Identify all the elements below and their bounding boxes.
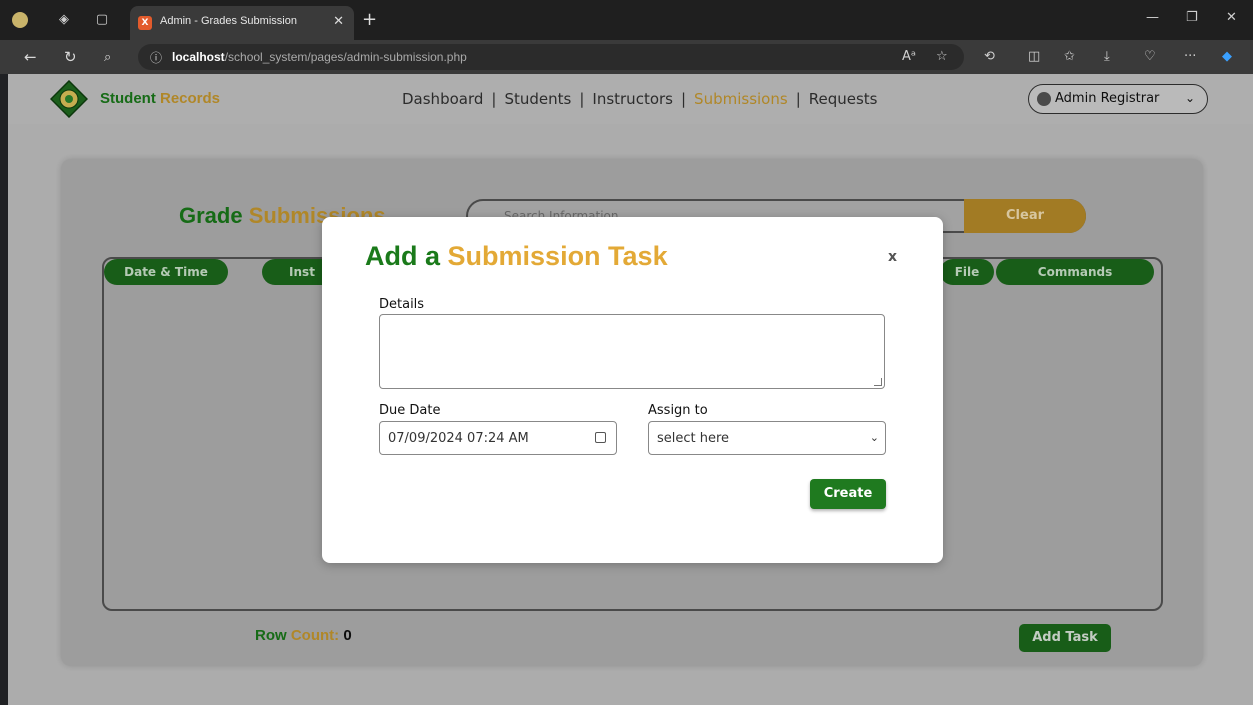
back-icon[interactable]: ← [24,48,37,66]
chevron-down-icon: ⌄ [869,431,879,444]
minimize-icon[interactable]: — [1146,10,1159,25]
due-date-input[interactable]: 07/09/2024 07:24 AM [379,421,617,455]
due-date-label: Due Date [379,403,441,418]
extensions-icon[interactable]: ⟲ [984,49,995,64]
details-label: Details [379,297,425,312]
search-icon[interactable]: ⌕ [104,50,111,65]
browser-tab-bar: ◈ ▢ X Admin - Grades Submission ✕ + — ❐ … [0,0,1253,40]
window-close-icon[interactable]: ✕ [1226,10,1237,25]
details-textarea[interactable] [379,314,885,389]
create-button[interactable]: Create [810,479,886,509]
url-field[interactable]: ⓘ localhost/school_system/pages/admin-su… [138,44,964,70]
restore-icon[interactable]: ❐ [1186,10,1198,25]
copilot-icon[interactable]: ◆ [1222,49,1232,64]
tab-actions-icon[interactable]: ▢ [94,12,110,28]
due-date-value: 07/09/2024 07:24 AM [388,431,529,446]
browser-essentials-icon[interactable]: ♡ [1144,49,1156,64]
browser-tab[interactable]: X Admin - Grades Submission ✕ [130,6,354,40]
split-screen-icon[interactable]: ◫ [1028,49,1040,64]
read-aloud-icon[interactable]: Aᵃ [902,49,916,64]
downloads-icon[interactable]: ⤓ [1104,49,1110,64]
resize-grip-icon[interactable] [874,378,882,386]
workspaces-icon[interactable]: ◈ [56,12,72,28]
more-icon[interactable]: ··· [1184,49,1196,64]
assign-to-value: select here [657,431,730,446]
assign-to-select[interactable]: select here ⌄ [648,421,886,455]
site-info-icon[interactable]: ⓘ [150,49,162,66]
favorite-star-icon[interactable]: ☆ [936,49,948,64]
tab-close-icon[interactable]: ✕ [333,14,344,29]
profile-icon[interactable] [12,12,28,28]
favorites-icon[interactable]: ✩ [1064,49,1075,64]
calendar-icon[interactable] [595,432,606,443]
new-tab-icon[interactable]: + [362,9,377,30]
tab-title: Admin - Grades Submission [160,15,297,27]
refresh-icon[interactable]: ↻ [64,48,77,66]
browser-address-bar: ← ↻ ⌕ ⓘ localhost/school_system/pages/ad… [0,40,1253,74]
modal-title: Add a Submission Task [365,241,668,271]
tab-favicon-icon: X [138,16,152,30]
url-text: localhost/school_system/pages/admin-subm… [172,50,467,64]
add-task-modal: Add a Submission Task x Details Due Date… [322,217,943,563]
assign-to-label: Assign to [648,403,708,418]
modal-close-icon[interactable]: x [888,249,897,265]
